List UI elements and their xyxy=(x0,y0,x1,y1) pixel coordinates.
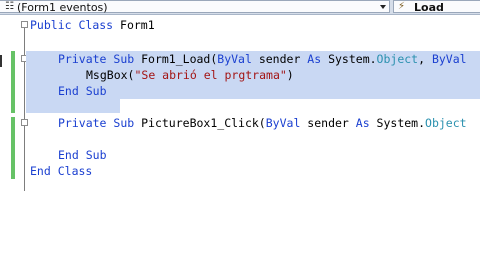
event-combo[interactable]: ⚡ Load xyxy=(393,0,480,13)
code-line[interactable]: Public Class Form1 xyxy=(30,17,155,33)
lightning-icon: ⚡ xyxy=(398,1,406,12)
change-bar xyxy=(11,51,15,113)
collapse-icon[interactable] xyxy=(21,21,28,28)
code-line[interactable]: Private Sub Form1_Load(ByVal sender As S… xyxy=(58,51,467,67)
change-bar xyxy=(11,117,15,179)
events-icon: ☷ xyxy=(5,1,14,12)
code-editor[interactable]: Public Class Form1 Private Sub Form1_Loa… xyxy=(0,15,480,270)
selection-highlight xyxy=(26,99,120,113)
cursor-marker xyxy=(0,55,2,67)
object-combo-value: (Form1 eventos) xyxy=(17,1,108,14)
code-line[interactable]: End Sub xyxy=(58,83,107,99)
collapse-icon[interactable] xyxy=(21,119,28,126)
code-line[interactable]: End Class xyxy=(30,163,92,179)
chevron-down-icon[interactable] xyxy=(380,5,386,9)
outline-margin xyxy=(24,21,25,191)
event-combo-value: Load xyxy=(414,1,444,14)
code-line[interactable]: MsgBox("Se abrió el prgtrama") xyxy=(86,67,294,83)
code-line[interactable]: Private Sub PictureBox1_Click(ByVal send… xyxy=(58,115,467,131)
editor-navigation-bar: ☷ (Form1 eventos) ⚡ Load xyxy=(0,0,480,15)
code-line[interactable]: End Sub xyxy=(58,147,107,163)
object-combo[interactable]: ☷ (Form1 eventos) xyxy=(0,0,390,13)
